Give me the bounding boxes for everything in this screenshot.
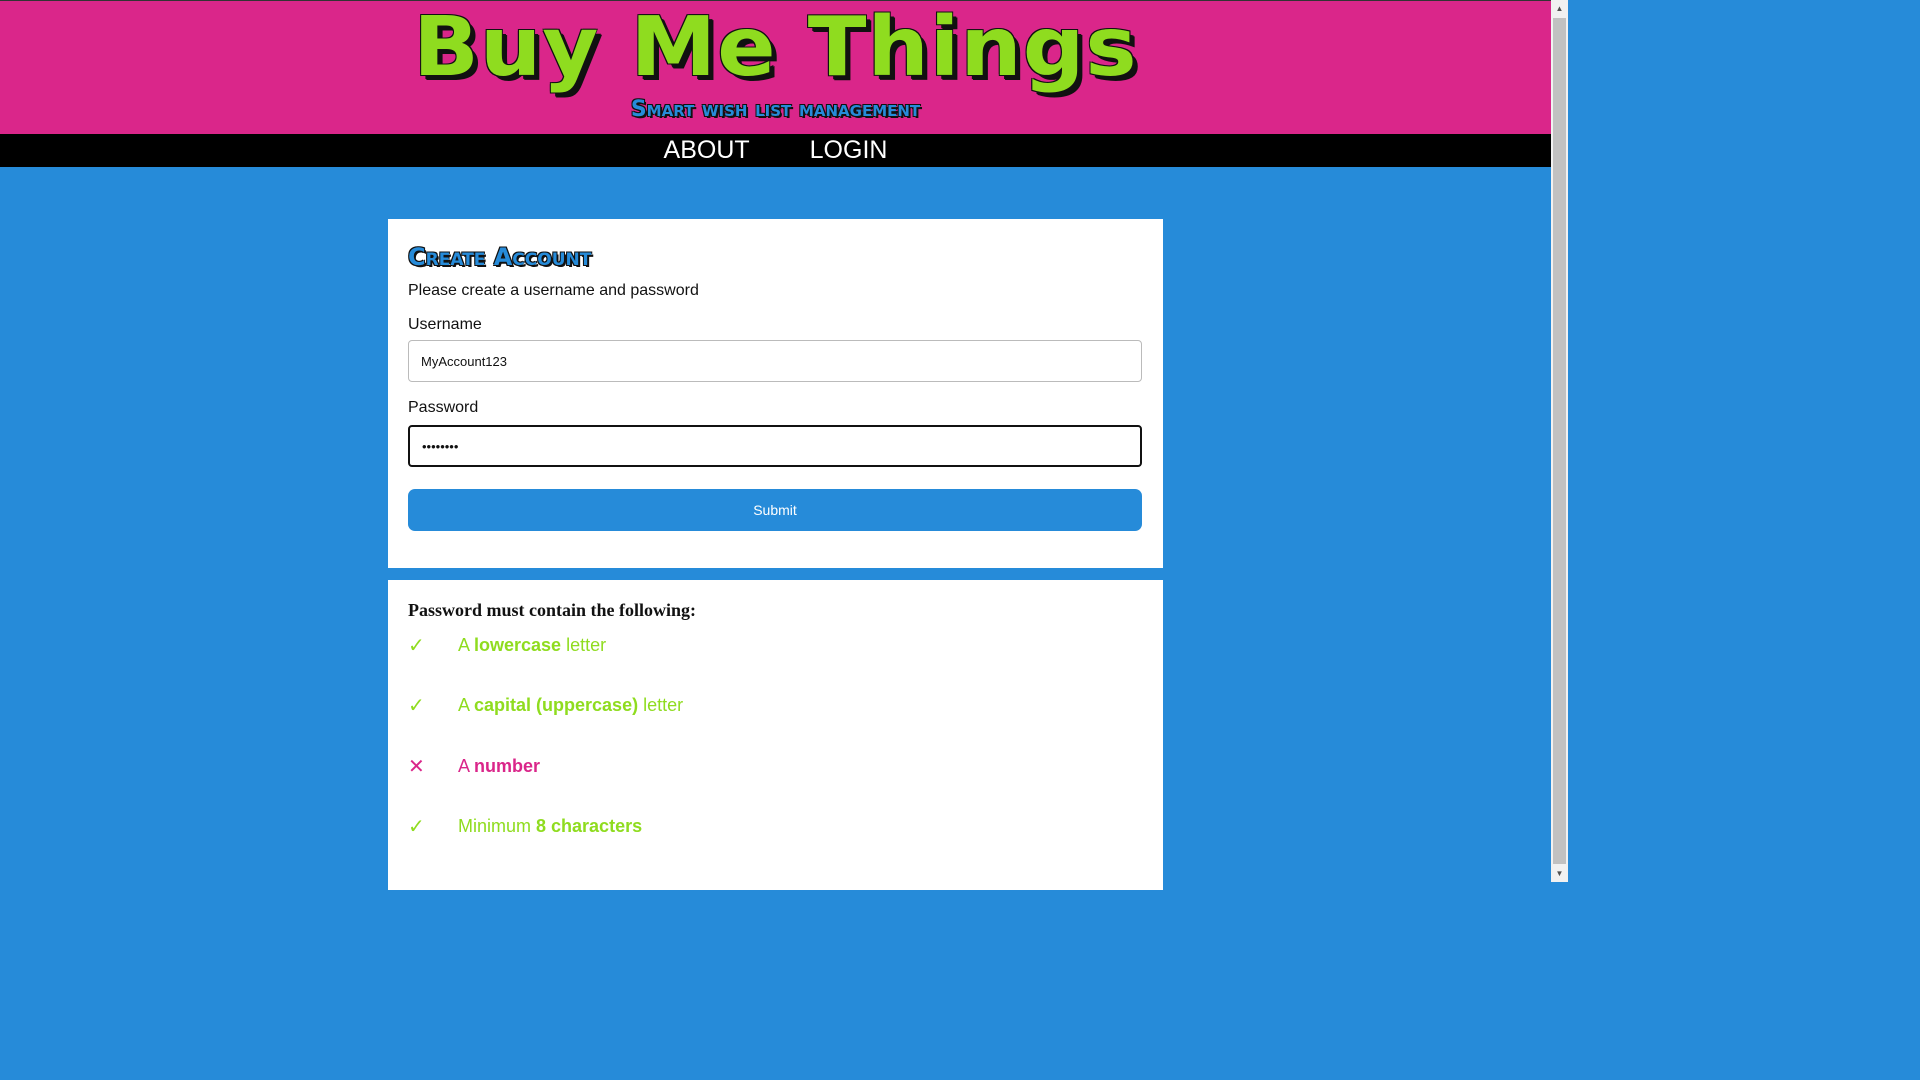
cross-icon: ✕ — [408, 755, 425, 778]
nav-login-link[interactable]: LOGIN — [810, 134, 888, 167]
rule-suffix: letter — [638, 694, 684, 715]
form-description: Please create a username and password — [408, 282, 699, 299]
rule-lowercase: ✓ A lowercase letter — [408, 633, 606, 657]
rule-uppercase: ✓ A capital (uppercase) letter — [408, 693, 683, 717]
rule-prefix: A — [458, 634, 475, 655]
username-input[interactable] — [408, 340, 1142, 382]
scroll-down-arrow-icon[interactable]: ▼ — [1551, 865, 1568, 882]
rule-number: ✕ A number — [408, 754, 540, 778]
rule-emphasis: capital (uppercase) — [474, 694, 639, 715]
rule-min-length: ✓ Minimum 8 characters — [408, 814, 642, 838]
password-rules-card: Password must contain the following: ✓ A… — [388, 580, 1163, 890]
check-icon: ✓ — [408, 694, 425, 717]
site-header: Buy Me Things Smart wish list management — [0, 1, 1551, 134]
rule-prefix: A — [458, 694, 475, 715]
scroll-up-arrow-icon[interactable]: ▲ — [1551, 0, 1568, 17]
submit-button[interactable]: Submit — [408, 489, 1142, 531]
rule-emphasis: number — [474, 755, 541, 776]
rule-emphasis: lowercase — [474, 634, 562, 655]
create-account-card: Create Account Please create a username … — [388, 219, 1163, 568]
nav-about-link[interactable]: ABOUT — [664, 134, 750, 167]
site-title: Buy Me Things — [413, 0, 1138, 95]
scrollbar-thumb[interactable] — [1553, 18, 1566, 864]
check-icon: ✓ — [408, 634, 425, 657]
password-input[interactable] — [408, 425, 1142, 467]
rule-emphasis: 8 characters — [536, 815, 643, 836]
rule-suffix: letter — [561, 634, 607, 655]
username-label: Username — [408, 316, 482, 333]
rule-prefix: Minimum — [458, 815, 537, 836]
main-nav: ABOUT LOGIN — [0, 134, 1551, 167]
rules-heading: Password must contain the following: — [408, 600, 697, 620]
form-title: Create Account — [408, 243, 592, 271]
password-label: Password — [408, 399, 479, 416]
check-icon: ✓ — [408, 815, 425, 838]
site-subtitle: Smart wish list management — [630, 97, 921, 122]
rule-prefix: A — [458, 755, 475, 776]
